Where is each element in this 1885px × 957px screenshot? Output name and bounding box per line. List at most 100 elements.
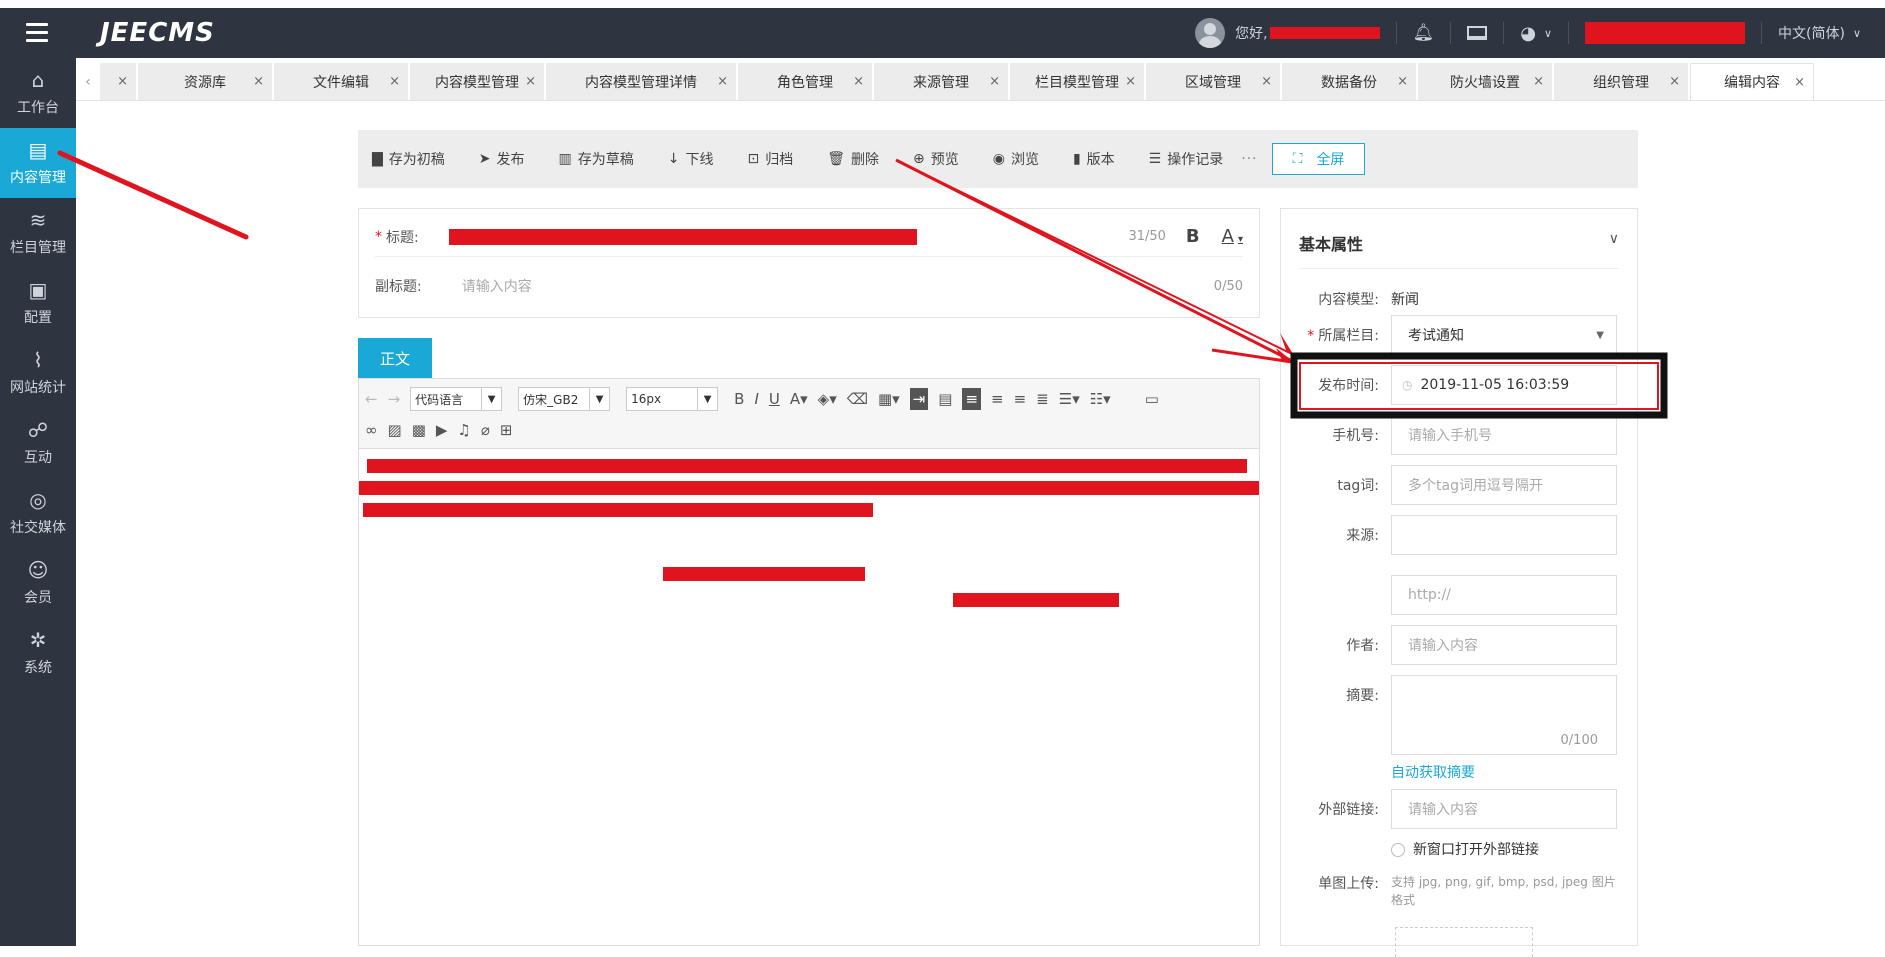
font-color-button[interactable]: A ▾ [1222, 226, 1243, 247]
close-icon[interactable]: × [1669, 74, 1680, 89]
undo-icon[interactable]: ← [365, 390, 378, 408]
close-icon[interactable]: × [1125, 74, 1136, 89]
link-icon[interactable]: ∞ [365, 421, 378, 439]
music-icon[interactable]: ♫ [457, 421, 470, 439]
sidebar-item-member[interactable]: ☺ 会员 [0, 548, 76, 618]
column-select[interactable]: 考试通知 ▼ [1391, 315, 1617, 355]
ordered-list-icon[interactable]: ☰▾ [1059, 390, 1080, 408]
phone-input[interactable]: 请输入手机号 [1391, 415, 1617, 455]
chevron-down-icon[interactable]: ∨ [1609, 231, 1619, 247]
tab-item[interactable]: 数据备份 × [1282, 63, 1418, 100]
bold-button[interactable]: B [1186, 226, 1200, 247]
source-input[interactable] [1391, 515, 1617, 555]
close-icon[interactable]: × [1533, 74, 1544, 89]
publish-button[interactable]: ➤ 发布 [479, 149, 525, 169]
delete-button[interactable]: 🗑 删除 [827, 149, 879, 169]
new-window-radio[interactable]: 新窗口打开外部链接 [1391, 839, 1617, 859]
sidebar-item-stats[interactable]: ⌇ 网站统计 [0, 338, 76, 408]
font-family-select[interactable]: 仿宋_GB2 ▼ [518, 387, 611, 411]
publish-time-input[interactable]: ◷ 2019-11-05 16:03:59 [1391, 365, 1617, 405]
sidebar-item-content[interactable]: ▤ 内容管理 [0, 128, 76, 198]
tab-item[interactable]: 内容模型管理详情 × [546, 63, 738, 100]
tab-item[interactable]: 区域管理 × [1146, 63, 1282, 100]
multi-image-icon[interactable]: ▩ [412, 421, 426, 439]
tab-item[interactable]: 文件编辑 × [274, 63, 410, 100]
panel-header[interactable]: 基本属性 ∨ [1299, 231, 1619, 269]
code-language-select[interactable]: 代码语言 ▼ [410, 387, 503, 411]
underline-icon[interactable]: U [769, 390, 780, 408]
summary-textarea[interactable]: 0/100 [1391, 675, 1617, 755]
chevron-left-icon[interactable]: ‹ [76, 63, 100, 100]
tab-item[interactable]: × [100, 63, 138, 100]
sidebar-item-interact[interactable]: ☍ 互动 [0, 408, 76, 478]
sidebar-item-social[interactable]: ◎ 社交媒体 [0, 478, 76, 548]
title-input[interactable] [448, 225, 1129, 249]
tab-item[interactable]: 角色管理 × [738, 63, 874, 100]
close-icon[interactable]: × [117, 74, 128, 89]
tab-item[interactable]: 组织管理 × [1554, 63, 1690, 100]
tab-item[interactable]: 防火墙设置 × [1418, 63, 1554, 100]
close-icon[interactable]: × [525, 74, 536, 89]
offline-button[interactable]: ↓ 下线 [668, 149, 714, 169]
editor-content[interactable] [359, 449, 1259, 947]
align-justify-icon[interactable]: ≣ [1036, 390, 1049, 408]
close-icon[interactable]: × [717, 74, 728, 89]
chevron-down-icon[interactable]: ∨ [1544, 27, 1552, 40]
operation-log-button[interactable]: ☰ 操作记录 [1149, 149, 1224, 169]
version-button[interactable]: ▮ 版本 [1073, 149, 1115, 169]
bell-icon[interactable]: 🔔︎ [1413, 23, 1435, 43]
external-link-input[interactable]: 请输入内容 [1391, 789, 1617, 829]
menu-icon[interactable] [26, 23, 48, 43]
more-icon[interactable]: ··· [1241, 151, 1257, 167]
fill-color-icon[interactable]: ◈▾ [818, 390, 837, 408]
gallery-icon[interactable]: ⊞ [500, 421, 513, 439]
eraser-icon[interactable]: ⌫ [847, 390, 868, 408]
source-code-icon[interactable]: ▭ [1145, 390, 1159, 408]
avatar[interactable] [1195, 18, 1226, 48]
sidebar-item-workbench[interactable]: ⌂ 工作台 [0, 58, 76, 128]
tab-edit-content[interactable]: 编辑内容 × [1690, 63, 1814, 100]
font-size-select[interactable]: 16px ▼ [626, 387, 719, 411]
close-icon[interactable]: × [253, 74, 264, 89]
paste-icon[interactable]: ▤ [938, 390, 952, 408]
fullscreen-button[interactable]: ⛶ 全屏 [1271, 143, 1366, 175]
author-input[interactable]: 请输入内容 [1391, 625, 1617, 665]
close-icon[interactable]: × [989, 74, 1000, 89]
save-draft-button[interactable]: ▥ 存为草稿 [559, 149, 634, 169]
sidebar-item-system[interactable]: ✲ 系统 [0, 618, 76, 688]
image-upload-dropzone[interactable] [1395, 927, 1533, 957]
italic-icon[interactable]: I [754, 390, 758, 408]
tag-input[interactable]: 多个tag词用逗号隔开 [1391, 465, 1617, 505]
image-icon[interactable]: ▨ [388, 421, 402, 439]
unordered-list-icon[interactable]: ☷▾ [1090, 390, 1111, 408]
align-center-icon[interactable]: ≡ [1014, 390, 1027, 408]
tab-body[interactable]: 正文 [358, 338, 432, 378]
sidebar-item-columns[interactable]: ≋ 栏目管理 [0, 198, 76, 268]
auto-summary-link[interactable]: 自动获取摘要 [1391, 762, 1617, 782]
close-icon[interactable]: × [1261, 74, 1272, 89]
align-right-icon[interactable]: ≡ [991, 390, 1004, 408]
align-left-icon[interactable]: ≡ [962, 388, 982, 410]
table-icon[interactable]: ▦▾ [878, 390, 900, 408]
video-icon[interactable]: ▶ [436, 421, 448, 439]
tab-item[interactable]: 来源管理 × [874, 63, 1010, 100]
source-url-input[interactable]: http:// [1391, 575, 1617, 615]
tab-item[interactable]: 资源库 × [138, 63, 274, 100]
font-color-icon[interactable]: A▾ [790, 390, 808, 408]
palette-icon[interactable]: ◕ [1520, 23, 1536, 44]
save-first-draft-button[interactable]: ▇ 存为初稿 [372, 149, 445, 169]
archive-button[interactable]: ⊡ 归档 [747, 149, 793, 169]
monitor-icon[interactable] [1467, 26, 1488, 40]
close-icon[interactable]: × [389, 74, 400, 89]
close-icon[interactable]: × [1397, 74, 1408, 89]
close-icon[interactable]: × [853, 74, 864, 89]
redo-icon[interactable]: → [388, 390, 401, 408]
tab-item[interactable]: 栏目模型管理 × [1010, 63, 1146, 100]
bold-icon[interactable]: B [734, 390, 744, 408]
chevron-down-icon[interactable]: ∨ [1853, 27, 1861, 40]
preview-button[interactable]: ⊕ 预览 [913, 149, 959, 169]
sidebar-item-config[interactable]: ▣ 配置 [0, 268, 76, 338]
tab-item[interactable]: 内容模型管理 × [410, 63, 546, 100]
browse-button[interactable]: ◉ 浏览 [993, 149, 1039, 169]
subtitle-input[interactable]: 请输入内容 [462, 276, 1214, 296]
